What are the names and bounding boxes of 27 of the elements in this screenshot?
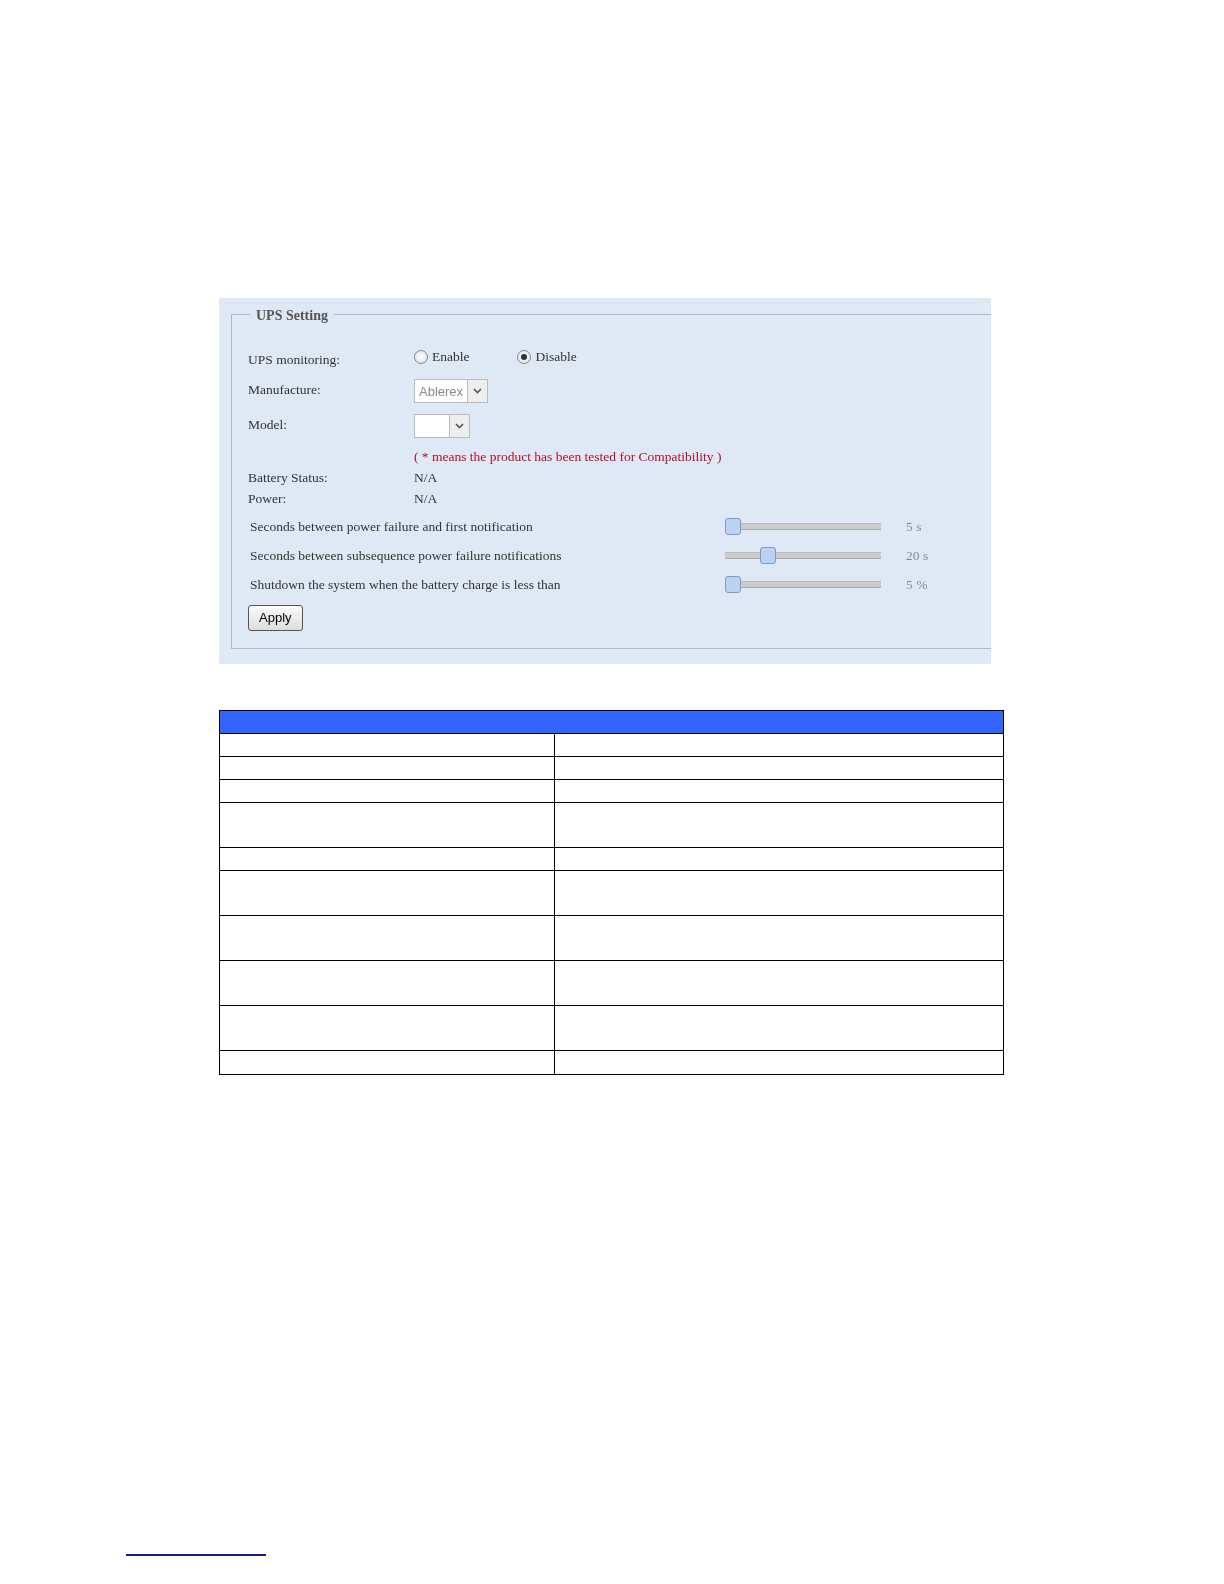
field-value: N/A (414, 468, 438, 487)
slider-reading: 5 % (906, 575, 928, 594)
slider-thumb[interactable] (725, 518, 741, 536)
radio-option[interactable]: Disable (517, 346, 577, 368)
radio-icon[interactable] (517, 350, 532, 364)
slider-label: Shutdown the system when the battery charge is less than (250, 575, 562, 594)
slider-reading: 20 s (906, 546, 929, 565)
field-label: UPS monitoring: (248, 350, 341, 369)
radio-label: Disable (535, 347, 577, 366)
slider-label: Seconds between power failure and first notification (250, 517, 534, 536)
slider-reading: 5 s (906, 517, 922, 536)
slider-thumb[interactable] (760, 547, 776, 565)
chevron-down-icon (455, 422, 464, 429)
slider-label: Seconds between subsequence power failure notifications (250, 546, 563, 565)
slider-thumb[interactable] (725, 576, 741, 594)
radio-label: Enable (432, 347, 470, 366)
apply-button[interactable]: Apply (248, 605, 303, 631)
field-label: Manufacture: (248, 381, 322, 400)
compatibility-note: ( * means the product has been tested for Compatibility ) (414, 448, 723, 466)
field-label: Model: (248, 416, 288, 435)
radio-option[interactable]: Enable (414, 346, 470, 368)
field-value: N/A (414, 489, 438, 508)
field-label: Battery Status: (248, 468, 329, 487)
chevron-down-icon (473, 387, 483, 394)
radio-icon[interactable] (414, 350, 428, 364)
model-select[interactable] (414, 413, 470, 438)
field-label: Power: (248, 489, 288, 508)
